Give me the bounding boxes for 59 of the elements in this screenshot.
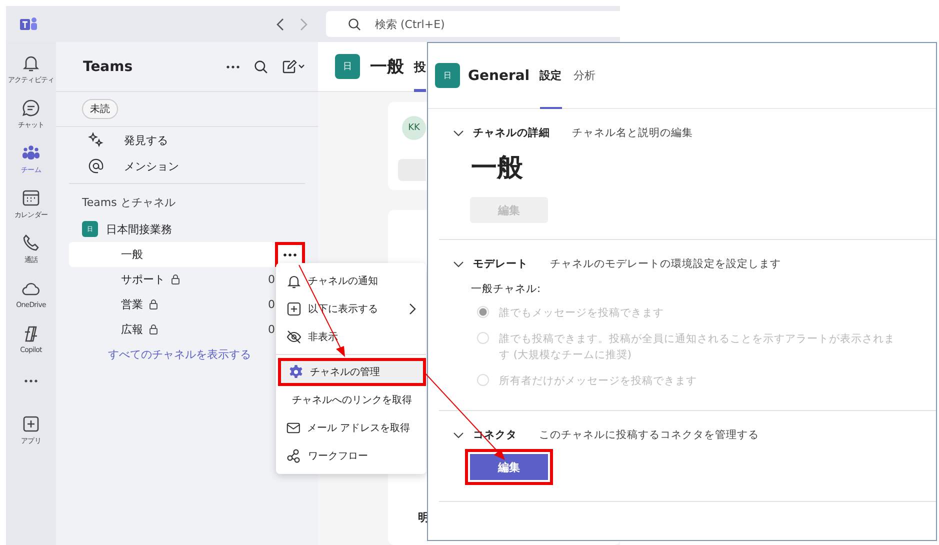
menu-item[interactable]: ワークフロー [276,442,426,470]
section-title: チャネルの詳細 [473,126,550,140]
back-icon[interactable] [276,18,284,30]
channel-item[interactable]: 一般 [69,242,305,267]
radio-option-label: 所有者だけがメッセージを投稿できます [499,374,697,389]
panel-title: Teams [83,58,133,74]
channel-count: 0 [268,273,275,286]
section-description: チャネル名と説明の編集 [572,126,693,140]
menu-item[interactable]: メール アドレスを取得 [276,414,426,442]
ellipsis-icon [283,252,297,256]
filter-chip[interactable]: 未読 [82,99,118,119]
more-icon[interactable] [24,379,38,383]
sparkle-icon [88,132,104,148]
radio-option-label: 誰でもメッセージを投稿できます [499,306,664,321]
chevron-down-icon[interactable] [453,130,464,136]
search-icon [348,18,361,30]
chevron-down-icon[interactable] [453,260,464,268]
calendar-icon [21,188,41,208]
bell-icon [286,273,302,289]
quick-link[interactable]: 発見する [56,127,318,153]
channel-name: 一般 [471,152,523,185]
chat-icon [21,98,41,118]
settings-tab[interactable]: 分析 [574,42,596,108]
group-label: 一般チャネル: [471,282,541,296]
search-input[interactable]: 検索 (Ctrl+E) [373,16,537,32]
eye-off-icon [286,329,302,345]
section-title: Teams とチャネル [81,195,176,211]
mail-icon [286,420,301,436]
section-title: モデレート [473,257,528,271]
more-options-icon[interactable] [226,64,240,68]
channel-item[interactable]: 営業 0 [69,292,305,317]
app-logo-icon [20,16,38,32]
search-field[interactable]: 検索 (Ctrl+E) [326,11,620,37]
settings-tab[interactable]: 設定 [540,42,562,108]
people-icon [21,142,41,162]
channel-title: 一般 [370,56,404,78]
radio-option-label: 誰でも投稿できます。投稿が全員に通知されることを示すアラートが表示されます (大規模なチームに推奨) [499,332,896,363]
section-description: このチャネルに投稿するコネクタを管理する [539,428,759,442]
chevron-down-icon[interactable] [453,432,464,438]
at-sign-icon [88,158,104,174]
channel-avatar: 日 [335,54,360,79]
section-description: チャネルのモデレートの環境設定を設定します [550,257,781,271]
edit-button[interactable]: 編集 [465,449,553,485]
menu-item[interactable]: チャネルへのリンクを取得 [276,386,426,414]
phone-icon [21,232,41,252]
channel-title: General [468,68,530,84]
quick-link[interactable]: メンション [56,153,318,179]
settings-icon [288,364,304,380]
channel-count: 0 [268,323,275,336]
workflow-icon [286,448,302,464]
channel-count: 0 [268,298,275,311]
plus-square-icon [21,414,41,434]
user-avatar: KK [402,116,426,140]
menu-item[interactable]: チャネルの管理 [278,358,426,386]
compose-icon[interactable] [282,60,306,74]
channel-item[interactable]: 広報 0 [69,317,305,342]
search-icon[interactable] [254,60,268,74]
plus-square-icon [286,301,302,317]
channel-avatar: 日 [435,63,460,88]
